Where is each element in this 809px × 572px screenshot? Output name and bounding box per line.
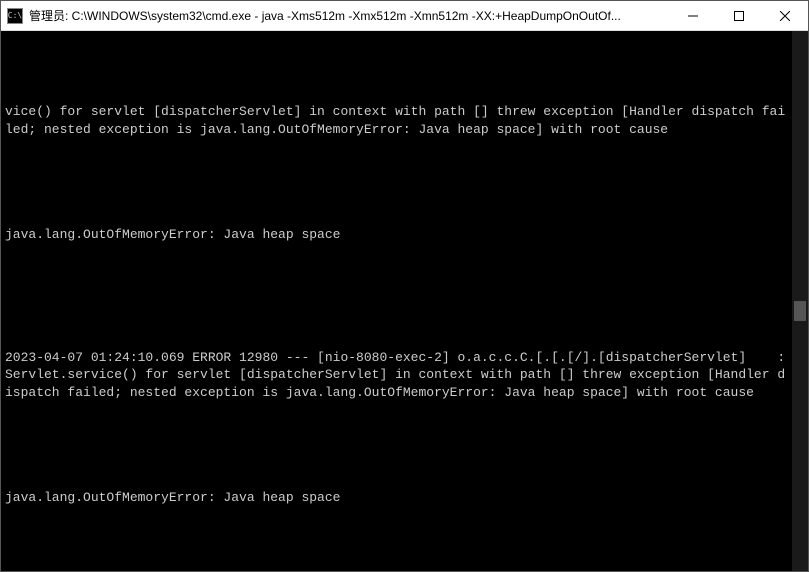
log-line: 2023-04-07 01:24:10.069 ERROR 12980 --- … xyxy=(5,349,788,402)
blank-line xyxy=(5,437,788,455)
window-controls xyxy=(670,1,808,30)
vertical-scrollbar[interactable] xyxy=(792,31,808,571)
console-content: vice() for servlet [dispatcherServlet] i… xyxy=(5,68,788,571)
log-line: java.lang.OutOfMemoryError: Java heap sp… xyxy=(5,226,788,244)
log-line: vice() for servlet [dispatcherServlet] i… xyxy=(5,103,788,138)
close-icon xyxy=(780,11,790,21)
blank-line xyxy=(5,542,788,560)
blank-line xyxy=(5,279,788,297)
console-area[interactable]: vice() for servlet [dispatcherServlet] i… xyxy=(1,31,808,571)
cmd-icon: C:\ xyxy=(7,8,23,24)
minimize-button[interactable] xyxy=(670,1,716,30)
window-title: 管理员: C:\WINDOWS\system32\cmd.exe - java … xyxy=(29,7,670,24)
maximize-button[interactable] xyxy=(716,1,762,30)
minimize-icon xyxy=(688,11,698,21)
scrollbar-thumb[interactable] xyxy=(794,301,806,321)
maximize-icon xyxy=(734,11,744,21)
window-titlebar: C:\ 管理员: C:\WINDOWS\system32\cmd.exe - j… xyxy=(1,1,808,31)
blank-line xyxy=(5,173,788,191)
log-line: java.lang.OutOfMemoryError: Java heap sp… xyxy=(5,489,788,507)
close-button[interactable] xyxy=(762,1,808,30)
